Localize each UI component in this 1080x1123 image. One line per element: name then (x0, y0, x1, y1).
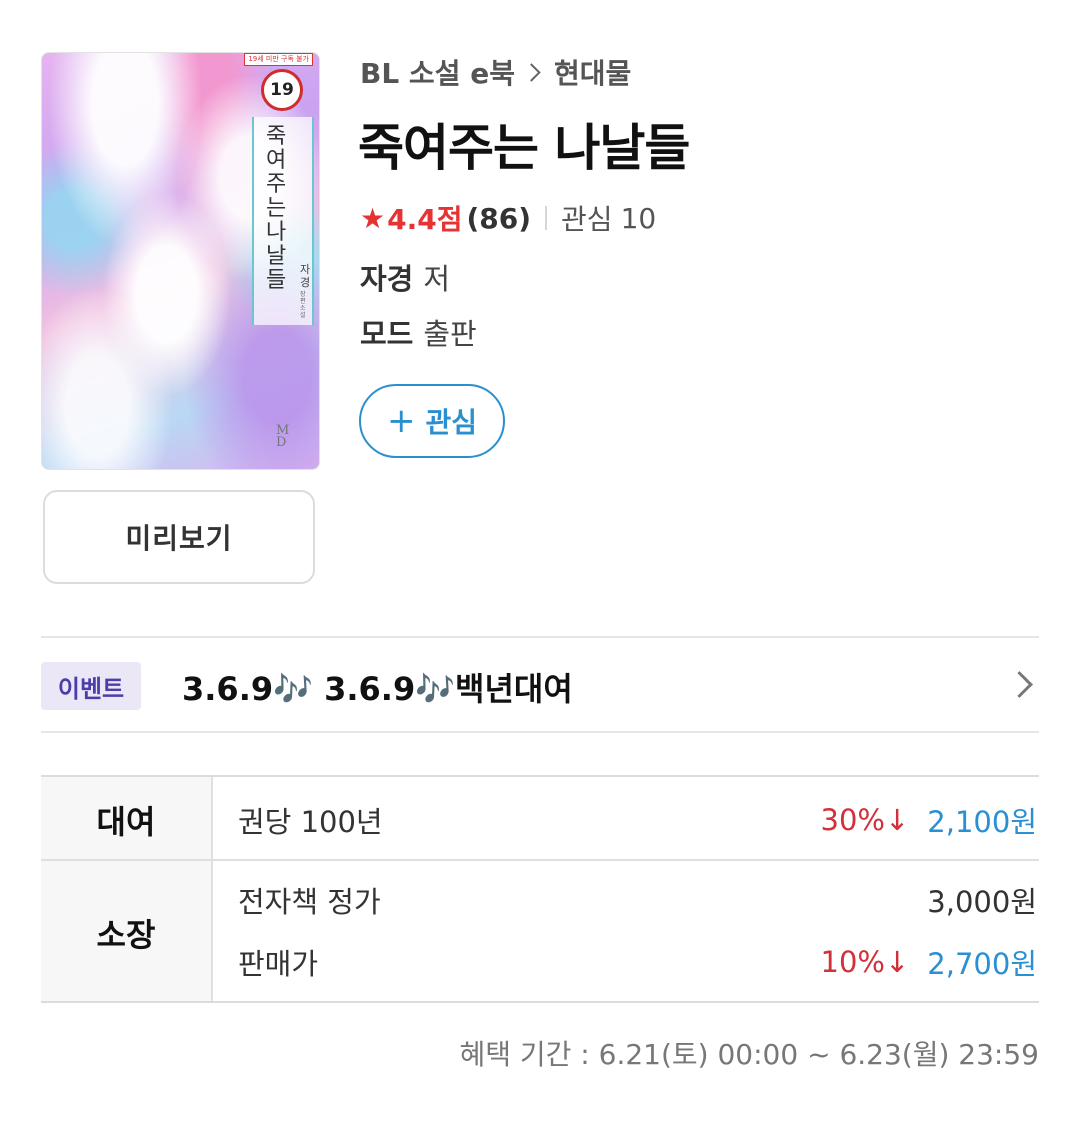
preview-button[interactable]: 미리보기 (43, 490, 315, 584)
benefit-period: 혜택 기간 : 6.21(토) 00:00 ~ 6.23(월) 23:59 (459, 1038, 1039, 1071)
rating-count[interactable]: (86) (466, 202, 531, 235)
cover-author: 자경 (300, 263, 311, 289)
publisher-logo: MD (276, 423, 290, 450)
event-tag: 이벤트 (41, 662, 141, 710)
row-divider (41, 859, 1039, 861)
breadcrumb-category[interactable]: BL 소설 e북 (360, 52, 515, 92)
author-role: 저 (423, 262, 451, 296)
age-restriction-banner: 19세 미만 구독 불가 (244, 53, 313, 66)
publisher-role: 출판 (423, 317, 477, 351)
sale-price: 2,700원 (927, 947, 1037, 981)
publisher-name[interactable]: 모드 (360, 317, 413, 351)
book-cover[interactable]: 19세 미만 구독 불가 19 죽여주는 나날들 자경 장편소설 MD (41, 52, 320, 470)
author-name[interactable]: 자경 (360, 262, 413, 296)
interest-count: 10 (620, 201, 657, 235)
list-price-label: 전자책 정가 (238, 885, 381, 919)
divider (41, 731, 1039, 733)
interest-label: 관심 (561, 203, 613, 236)
own-label: 소장 (96, 916, 156, 954)
sale-discount: 10%↓ (820, 945, 910, 979)
price-table: 대여 권당 100년 30%↓ 2,100원 소장 전자책 정가 3,000원 … (41, 775, 1039, 1003)
event-text[interactable]: 3.6.9🎶 3.6.9🎶백년대여 (182, 664, 573, 710)
rating-row: ★ 4.4점 (86) 관심 10 (360, 198, 656, 238)
add-interest-button[interactable]: + 관심 (359, 384, 505, 458)
breadcrumb-subcategory[interactable]: 현대물 (554, 52, 631, 92)
rent-price: 2,100원 (927, 805, 1037, 839)
cover-title: 죽여주는 나날들 (266, 124, 287, 293)
cover-subtitle: 장편소설 (300, 291, 306, 319)
author-row: 자경 저 (360, 256, 450, 298)
publisher-row: 모드 출판 (360, 311, 477, 353)
divider (41, 636, 1039, 638)
star-icon: ★ (360, 201, 386, 235)
plus-icon: + (386, 401, 416, 441)
breadcrumb: BL 소설 e북 현대물 (360, 52, 631, 92)
rent-price-group: 30%↓ 2,100원 (821, 799, 1037, 841)
sale-price-group: 10%↓ 2,700원 (821, 941, 1037, 983)
rent-label: 대여 (96, 803, 156, 841)
chevron-right-icon (522, 62, 541, 82)
divider (545, 206, 548, 230)
list-price-group: 3,000원 (927, 879, 1037, 921)
sale-price-label: 판매가 (238, 947, 319, 981)
add-interest-label: 관심 (425, 406, 478, 439)
book-title: 죽여주는 나날들 (358, 119, 690, 177)
list-price: 3,000원 (927, 885, 1037, 919)
rent-description: 권당 100년 (238, 805, 383, 839)
chevron-right-icon[interactable] (1006, 671, 1033, 698)
rating-score: 4.4점 (387, 203, 463, 236)
age-19-badge: 19 (261, 69, 303, 111)
cover-title-box: 죽여주는 나날들 자경 장편소설 (252, 117, 314, 325)
rent-discount: 30%↓ (820, 803, 910, 837)
